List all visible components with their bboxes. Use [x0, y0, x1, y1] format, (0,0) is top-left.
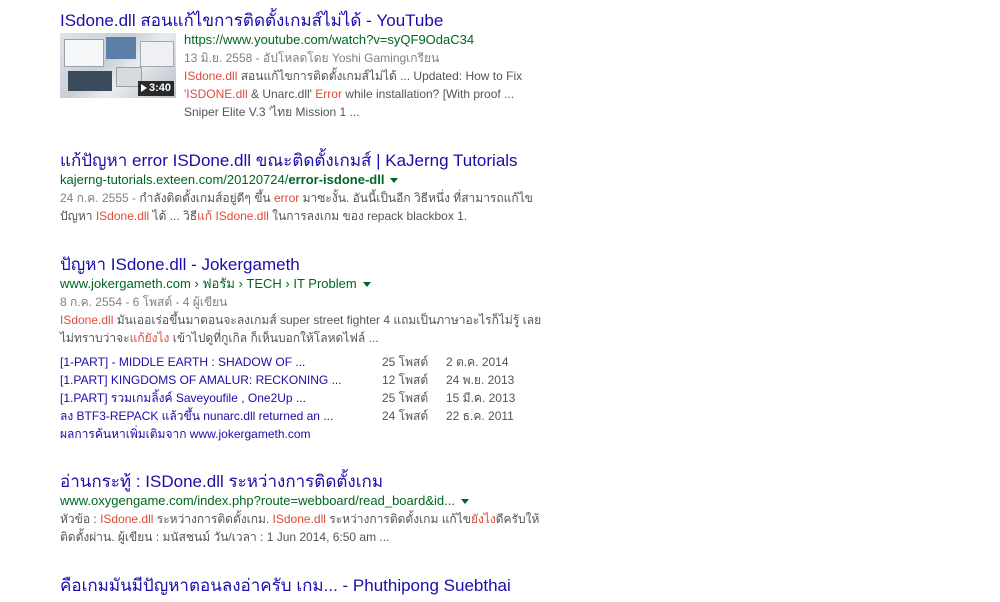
search-result-youtube: ISdone.dll สอนแก้ไขการติดตั้งเกมส์ไม่ได้… — [60, 10, 600, 121]
thumb-window — [64, 39, 104, 67]
video-thumbnail[interactable]: 3:40 — [60, 33, 176, 98]
snippet-highlight: แก้ ISdone.dll — [197, 209, 269, 223]
result-snippet: 8 ก.ค. 2554 - 6 โพสต์ - 4 ผู้เขียน ISdon… — [60, 293, 600, 347]
snippet-highlight: Error — [315, 87, 342, 101]
snippet-line: ISdone.dll มันเออเร่อขึ้นมาตอนจะลงเกมส์ … — [60, 311, 600, 329]
snippet-line: ปัญหา ISdone.dll ได้ ... วิธีแก้ ISdone.… — [60, 207, 600, 225]
snippet-text: ไม่ทราบว่าจะ — [60, 331, 130, 345]
thread-date: 24 พ.ย. 2013 — [446, 373, 515, 387]
result-title-link[interactable]: อ่านกระทู้ : ISDone.dll ระหว่างการติดตั้… — [60, 471, 600, 492]
thread-date: 2 ต.ค. 2014 — [446, 355, 509, 369]
result-title-link[interactable]: ISdone.dll สอนแก้ไขการติดตั้งเกมส์ไม่ได้… — [60, 10, 600, 31]
url-breadcrumb: www.jokergameth.com › ฟอรัม › TECH › IT … — [60, 276, 357, 291]
thread-post-count: 24 โพสต์ — [382, 409, 429, 423]
play-icon — [140, 84, 147, 93]
thread-row: ลง BTF3-REPACK แล้วขึ้น nunarc.dll retur… — [60, 407, 600, 425]
thread-link[interactable]: ลง BTF3-REPACK แล้วขึ้น nunarc.dll retur… — [60, 407, 382, 425]
result-url: www.oxygengame.com/index.php?route=webbo… — [60, 492, 600, 510]
thread-row: [1.PART] KINGDOMS OF AMALUR: RECKONING .… — [60, 371, 600, 389]
result-meta: 13 มิ.ย. 2558 - อัปโหลดโดย Yoshi Gamingเ… — [184, 51, 440, 65]
more-results-link[interactable]: ผลการค้นหาเพิ่มเติมจาก www.jokergameth.c… — [60, 425, 600, 443]
snippet-line: หัวข้อ : ISdone.dll ระหว่างการติดตั้งเกม… — [60, 510, 600, 528]
snippet-text: สอนแก้ไขการติดตั้งเกมส์ไม่ได้ ... Update… — [237, 69, 523, 83]
result-snippet: 13 มิ.ย. 2558 - อัปโหลดโดย Yoshi Gamingเ… — [184, 49, 522, 121]
thread-post-count: 12 โพสต์ — [382, 373, 429, 387]
thread-link[interactable]: [1.PART] รวมเกมลิ้งค์ Saveyoufile , One2… — [60, 389, 382, 407]
video-result-body: 3:40 https://www.youtube.com/watch?v=syQ… — [60, 31, 600, 121]
result-url: kajerng-tutorials.exteen.com/20120724/er… — [60, 171, 600, 189]
thumb-window — [106, 37, 136, 59]
result-meta: 24 ก.ค. 2555 - — [60, 191, 140, 205]
duration-text: 3:40 — [148, 82, 171, 94]
snippet-line: Sniper Elite V.3 'ไทย Mission 1 ... — [184, 105, 360, 119]
snippet-text: หัวข้อ : — [60, 512, 101, 526]
thumb-window — [68, 71, 112, 91]
caret-down-icon[interactable] — [390, 178, 399, 184]
snippet-highlight: ISdone.dll — [100, 512, 154, 526]
snippet-highlight: ยังไง — [470, 512, 496, 526]
snippet-text: ปัญหา — [60, 209, 96, 223]
snippet-highlight: ISdone.dll — [184, 69, 238, 83]
snippet-highlight: ISdone.dll — [60, 313, 114, 327]
thumb-window — [140, 41, 174, 67]
url-bold-text: error-isdone-dll — [288, 172, 385, 187]
thread-link[interactable]: [1.PART] KINGDOMS OF AMALUR: RECKONING .… — [60, 371, 382, 389]
snippet-highlight: ISdone.dll — [272, 512, 326, 526]
thread-date: 22 ธ.ค. 2011 — [446, 409, 514, 423]
snippet-text: ระหว่างการติดตั้งเกม แก้ไข — [325, 512, 471, 526]
snippet-highlight: ISdone.dll — [95, 209, 150, 223]
snippet-text: มันเออเร่อขึ้นมาตอนจะลงเกมส์ super stree… — [113, 313, 542, 327]
forum-thread-list: [1-PART] - MIDDLE EARTH : SHADOW OF ... … — [60, 353, 600, 425]
snippet-line: ติดตั้งผ่าน. ผู้เขียน : มนัสชนม์ วัน/เวล… — [60, 530, 390, 544]
snippet-highlight: แก้ยังไง — [129, 331, 170, 345]
thread-link[interactable]: [1-PART] - MIDDLE EARTH : SHADOW OF ... — [60, 353, 382, 371]
snippet-text: มาซะงั้น. อันนี้เป็นอีก วิธีหนึ่ง ที่สาม… — [299, 191, 533, 205]
result-title-link[interactable]: คือเกมมันมีปัญหาตอนลงอ่าครับ เกม... - Ph… — [60, 575, 600, 596]
snippet-text: ระหว่างการติดตั้งเกม. — [153, 512, 273, 526]
thread-post-count: 25 โพสต์ — [382, 391, 429, 405]
caret-down-icon[interactable] — [460, 499, 469, 505]
snippet-highlight: 'ISDONE.dll — [184, 87, 248, 101]
snippet-text: ดีครับให้ — [495, 512, 540, 526]
snippet-text: & Unarc.dll' — [247, 87, 316, 101]
thread-row: [1.PART] รวมเกมลิ้งค์ Saveyoufile , One2… — [60, 389, 600, 407]
url-text: www.oxygengame.com/index.php?route=webbo… — [60, 493, 455, 508]
result-url: https://www.youtube.com/watch?v=syQF9Oda… — [184, 32, 475, 47]
snippet-line: 'ISDONE.dll & Unarc.dll' Error while ins… — [184, 85, 522, 103]
url-text: kajerng-tutorials.exteen.com/20120724/ — [60, 172, 289, 187]
result-title-link[interactable]: ปัญหา ISdone.dll - Jokergameth — [60, 254, 600, 275]
result-title-link[interactable]: แก้ปัญหา error ISDone.dll ขณะติดตั้งเกมส… — [60, 150, 600, 171]
snippet-line: 24 ก.ค. 2555 - กำลังติดตั้งเกมส์อยู่ดีๆ … — [60, 189, 600, 207]
search-result-phuthipong: คือเกมมันมีปัญหาตอนลงอ่าครับ เกม... - Ph… — [60, 575, 600, 596]
result-snippet: 24 ก.ค. 2555 - กำลังติดตั้งเกมส์อยู่ดีๆ … — [60, 189, 600, 225]
search-result-jokergameth: ปัญหา ISdone.dll - Jokergameth www.joker… — [60, 254, 600, 443]
result-meta: 8 ก.ค. 2554 - 6 โพสต์ - 4 ผู้เขียน — [60, 295, 228, 309]
caret-down-icon[interactable] — [362, 282, 371, 288]
thread-row: [1-PART] - MIDDLE EARTH : SHADOW OF ... … — [60, 353, 600, 371]
search-result-oxygengame: อ่านกระทู้ : ISDone.dll ระหว่างการติดตั้… — [60, 471, 600, 546]
thread-date: 15 มี.ค. 2013 — [446, 391, 516, 405]
snippet-text: ในการลงเกม ของ repack blackbox 1. — [268, 209, 468, 223]
snippet-text: เข้าไปดูที่กูเกิล ก็เห็นบอกให้โลหดไฟล์ .… — [169, 331, 379, 345]
snippet-text: กำลังติดตั้งเกมส์อยู่ดีๆ ขึ้น — [139, 191, 274, 205]
snippet-text: while installation? [With proof ... — [341, 87, 515, 101]
snippet-highlight: error — [273, 191, 300, 205]
snippet-line: ไม่ทราบว่าจะแก้ยังไง เข้าไปดูที่กูเกิล ก… — [60, 329, 600, 347]
snippet-line: ISdone.dll สอนแก้ไขการติดตั้งเกมส์ไม่ได้… — [184, 67, 522, 85]
snippet-text: ได้ ... วิธี — [149, 209, 198, 223]
video-duration: 3:40 — [137, 81, 174, 96]
thread-post-count: 25 โพสต์ — [382, 355, 429, 369]
search-result-kajerng: แก้ปัญหา error ISDone.dll ขณะติดตั้งเกมส… — [60, 150, 600, 225]
result-url: www.jokergameth.com › ฟอรัม › TECH › IT … — [60, 275, 600, 293]
result-snippet: หัวข้อ : ISdone.dll ระหว่างการติดตั้งเกม… — [60, 510, 600, 546]
video-result-text: https://www.youtube.com/watch?v=syQF9Oda… — [184, 31, 522, 121]
